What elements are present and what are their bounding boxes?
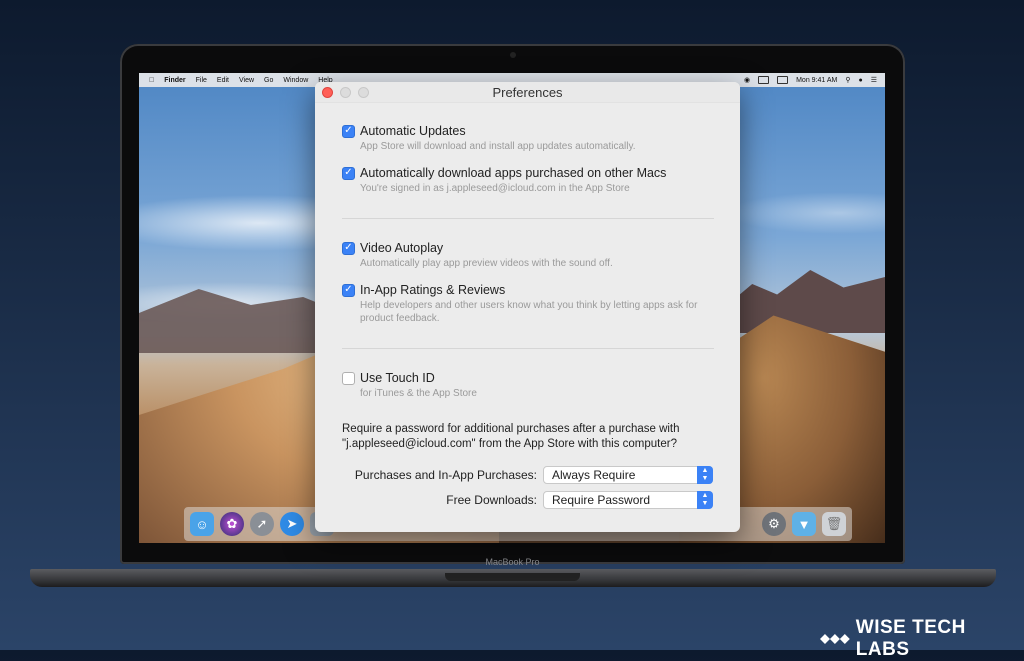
option-touch-id: Use Touch ID for iTunes & the App Store (342, 371, 477, 400)
ratings-reviews-checkbox[interactable]: ✓ (342, 283, 355, 297)
brand-name: WISE TECH LABS (855, 617, 966, 660)
free-downloads-label: Free Downloads: (446, 493, 537, 507)
preferences-window: Preferences ✓ Automatic Updates App Stor… (315, 82, 740, 532)
brand-watermark: WISE TECH LABS (820, 617, 1024, 661)
option-label: In-App Ratings & Reviews (360, 283, 506, 297)
free-downloads-row: Free Downloads: Require Password ▲ ▼ (446, 491, 713, 509)
apple-menu-icon[interactable]:  (149, 77, 154, 84)
menu-go[interactable]: Go (264, 77, 273, 84)
menu-edit[interactable]: Edit (217, 77, 229, 84)
siri-dock-icon[interactable]: ✿ (220, 512, 244, 536)
option-video-autoplay: ✓ Video Autoplay Automatically play app … (342, 241, 613, 270)
purchases-value: Always Require (552, 468, 636, 482)
free-downloads-select[interactable]: Require Password ▲ ▼ (543, 491, 713, 509)
option-label: Use Touch ID (360, 371, 435, 385)
divider (342, 218, 714, 219)
title-bar: Preferences (315, 82, 740, 103)
purchases-select[interactable]: Always Require ▲ ▼ (543, 466, 713, 484)
option-label: Automatic Updates (360, 124, 466, 138)
trash-dock-icon[interactable]: 🗑 (822, 512, 846, 536)
menu-clock[interactable]: Mon 9:41 AM (796, 77, 837, 84)
chevron-up-down-icon: ▲ ▼ (697, 466, 713, 484)
wifi-icon[interactable]: ◉ (744, 76, 750, 84)
automatic-updates-checkbox[interactable]: ✓ (342, 124, 355, 138)
laptop-notch (445, 573, 580, 581)
option-label: Video Autoplay (360, 241, 444, 255)
system-preferences-dock-icon[interactable]: ⚙ (762, 512, 786, 536)
laptop-label: MacBook Pro (485, 557, 540, 567)
safari-dock-icon[interactable]: ➤ (280, 512, 304, 536)
video-autoplay-checkbox[interactable]: ✓ (342, 241, 355, 255)
option-ratings-reviews: ✓ In-App Ratings & Reviews Help develope… (342, 283, 712, 325)
menu-window[interactable]: Window (283, 77, 308, 84)
window-title: Preferences (492, 85, 563, 100)
menu-finder[interactable]: Finder (164, 77, 185, 84)
menu-view[interactable]: View (239, 77, 254, 84)
downloads-folder-dock-icon[interactable]: ▼ (792, 512, 816, 536)
purchases-label: Purchases and In-App Purchases: (354, 468, 537, 482)
chevron-up-down-icon: ▲ ▼ (697, 491, 713, 509)
option-description: for iTunes & the App Store (360, 388, 477, 399)
menu-file[interactable]: File (196, 77, 207, 84)
option-label: Automatically download apps purchased on… (360, 166, 667, 180)
finder-dock-icon[interactable]: ☺ (190, 512, 214, 536)
option-description: Help developers and other users know wha… (360, 300, 698, 324)
option-auto-download: ✓ Automatically download apps purchased … (342, 166, 666, 195)
auto-download-checkbox[interactable]: ✓ (342, 166, 355, 180)
launchpad-dock-icon[interactable]: ➚ (250, 512, 274, 536)
option-description: App Store will download and install app … (360, 141, 636, 152)
free-downloads-value: Require Password (552, 493, 651, 507)
spotlight-icon[interactable]: ⚲ (845, 76, 850, 84)
purchases-row: Purchases and In-App Purchases: Always R… (355, 466, 713, 484)
airplay-icon[interactable] (777, 76, 789, 84)
option-automatic-updates: ✓ Automatic Updates App Store will downl… (342, 124, 636, 153)
battery-icon[interactable] (758, 76, 770, 84)
siri-icon[interactable]: ● (858, 77, 862, 84)
option-description: You're signed in as j.appleseed@icloud.c… (360, 183, 630, 194)
divider (342, 348, 714, 349)
option-description: Automatically play app preview videos wi… (360, 258, 613, 269)
camera (510, 52, 516, 58)
notification-center-icon[interactable]: ☰ (871, 76, 877, 84)
touch-id-checkbox[interactable] (342, 371, 355, 385)
password-prompt: Require a password for additional purcha… (342, 423, 680, 450)
mountains-right (719, 270, 885, 333)
brand-logo-icon (820, 634, 850, 644)
